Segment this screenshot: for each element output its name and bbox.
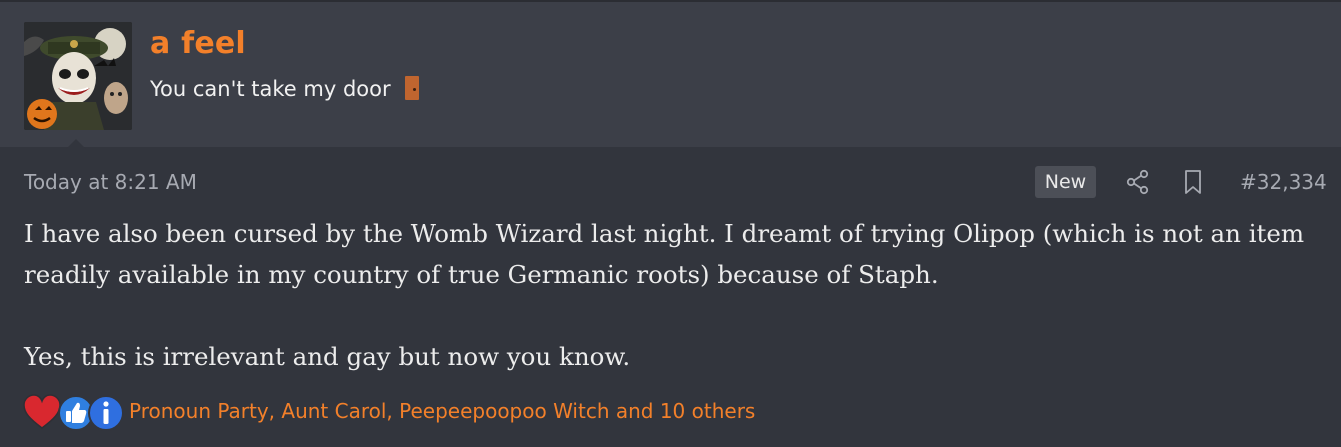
reaction-icons[interactable] <box>22 393 132 433</box>
username[interactable]: a feel <box>150 26 246 61</box>
post-paragraph: Yes, this is irrelevant and gay but now … <box>24 342 631 371</box>
avatar[interactable] <box>24 22 132 130</box>
user-title-text: You can't take my door <box>150 77 391 101</box>
user-header: a feel You can't take my door <box>0 0 1341 149</box>
info-icon <box>88 395 124 431</box>
post-number-link[interactable]: #32,334 <box>1240 170 1327 194</box>
share-icon[interactable] <box>1126 169 1150 195</box>
post-paragraph: I have also been cursed by the Womb Wiza… <box>24 219 1305 289</box>
post-container: a feel You can't take my door Today at 8… <box>0 0 1341 447</box>
door-icon <box>405 76 420 100</box>
bookmark-icon[interactable] <box>1183 169 1203 195</box>
reaction-summary-link[interactable]: Pronoun Party, Aunt Carol, Peepeepoopoo … <box>129 399 755 423</box>
avatar-image <box>24 22 132 130</box>
avatar-caret <box>66 139 86 149</box>
user-title: You can't take my door <box>150 76 420 101</box>
post-timestamp[interactable]: Today at 8:21 AM <box>24 170 197 194</box>
new-badge: New <box>1035 166 1096 198</box>
post-body: I have also been cursed by the Womb Wiza… <box>24 213 1329 377</box>
